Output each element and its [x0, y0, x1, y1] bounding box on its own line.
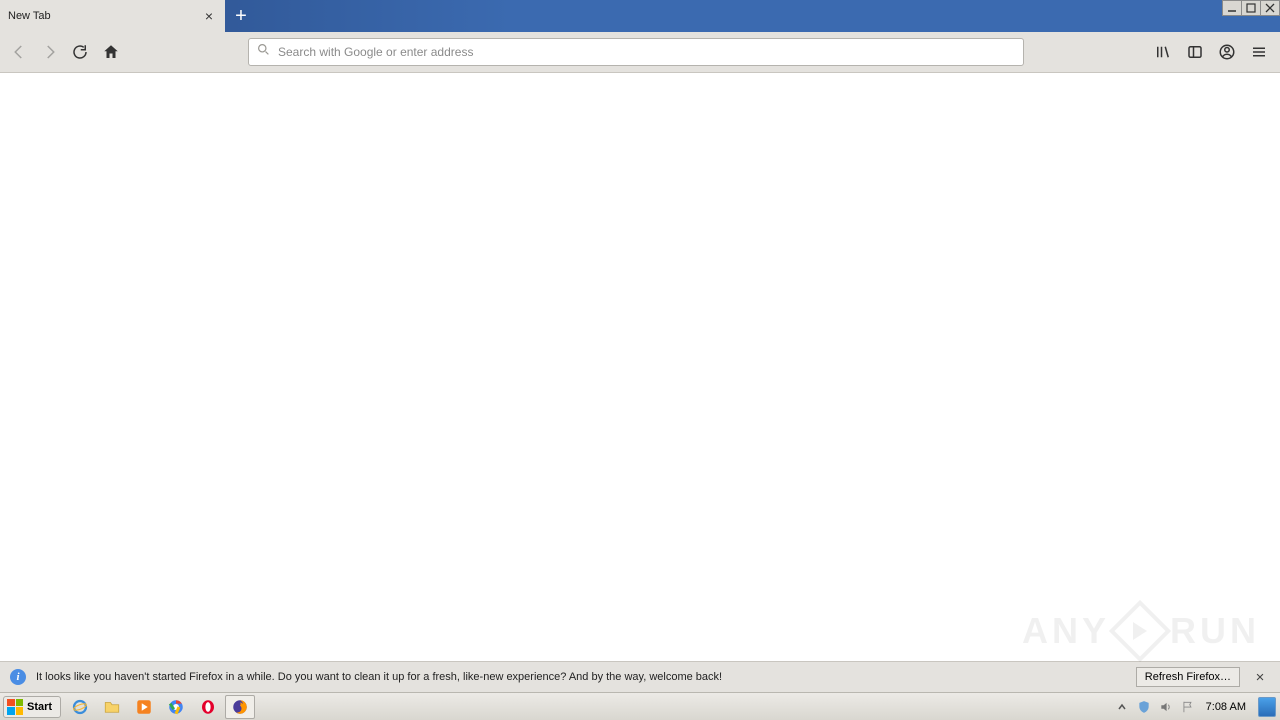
play-icon [1109, 600, 1171, 662]
address-input[interactable] [278, 45, 1015, 59]
sidebar-button[interactable] [1180, 37, 1210, 67]
taskbar-ie[interactable] [65, 695, 95, 719]
account-button[interactable] [1212, 37, 1242, 67]
taskbar-explorer[interactable] [97, 695, 127, 719]
tabstrip: New Tab × + [0, 0, 257, 32]
watermark-left: ANY [1022, 610, 1110, 652]
clock[interactable]: 7:08 AM [1202, 701, 1250, 713]
library-button[interactable] [1148, 37, 1178, 67]
tab-label: New Tab [8, 10, 51, 22]
home-button[interactable] [98, 37, 125, 67]
tray-shield-icon[interactable] [1136, 699, 1152, 715]
menu-button[interactable] [1244, 37, 1274, 67]
refresh-button-label: Refresh Firefox… [1145, 671, 1231, 683]
tray-expand-icon[interactable] [1114, 699, 1130, 715]
info-icon: i [10, 669, 26, 685]
start-button[interactable]: Start [3, 696, 61, 718]
taskbar-media[interactable] [129, 695, 159, 719]
urlbar-container [128, 38, 1144, 66]
watermark: ANY RUN [1022, 609, 1260, 653]
maximize-button[interactable] [1241, 0, 1261, 16]
close-tab-icon[interactable]: × [201, 8, 217, 24]
taskbar: Start 7:08 AM [0, 692, 1280, 720]
minimize-button[interactable] [1222, 0, 1242, 16]
notification-bar: i It looks like you haven't started Fire… [0, 661, 1280, 692]
watermark-right: RUN [1170, 610, 1260, 652]
taskbar-opera[interactable] [193, 695, 223, 719]
notification-text: It looks like you haven't started Firefo… [36, 671, 722, 683]
back-button[interactable] [6, 37, 33, 67]
close-window-button[interactable] [1260, 0, 1280, 16]
close-notification-icon[interactable]: × [1250, 667, 1270, 687]
toolbar-right [1148, 37, 1274, 67]
tab-newtab[interactable]: New Tab × [0, 0, 225, 32]
new-tab-button[interactable]: + [225, 0, 257, 32]
toolbar [0, 32, 1280, 73]
tray-flag-icon[interactable] [1180, 699, 1196, 715]
forward-button[interactable] [37, 37, 64, 67]
system-tray: 7:08 AM [1114, 697, 1280, 717]
urlbar[interactable] [248, 38, 1024, 66]
search-icon [257, 43, 270, 61]
refresh-firefox-button[interactable]: Refresh Firefox… [1136, 667, 1240, 687]
titlebar: New Tab × + [0, 0, 1280, 32]
content-area: ANY RUN [0, 73, 1280, 661]
taskbar-chrome[interactable] [161, 695, 191, 719]
taskbar-firefox[interactable] [225, 695, 255, 719]
window-controls [1223, 0, 1280, 16]
windows-logo-icon [7, 699, 23, 715]
tray-volume-icon[interactable] [1158, 699, 1174, 715]
start-label: Start [27, 701, 52, 713]
show-desktop-button[interactable] [1258, 697, 1276, 717]
reload-button[interactable] [67, 37, 94, 67]
